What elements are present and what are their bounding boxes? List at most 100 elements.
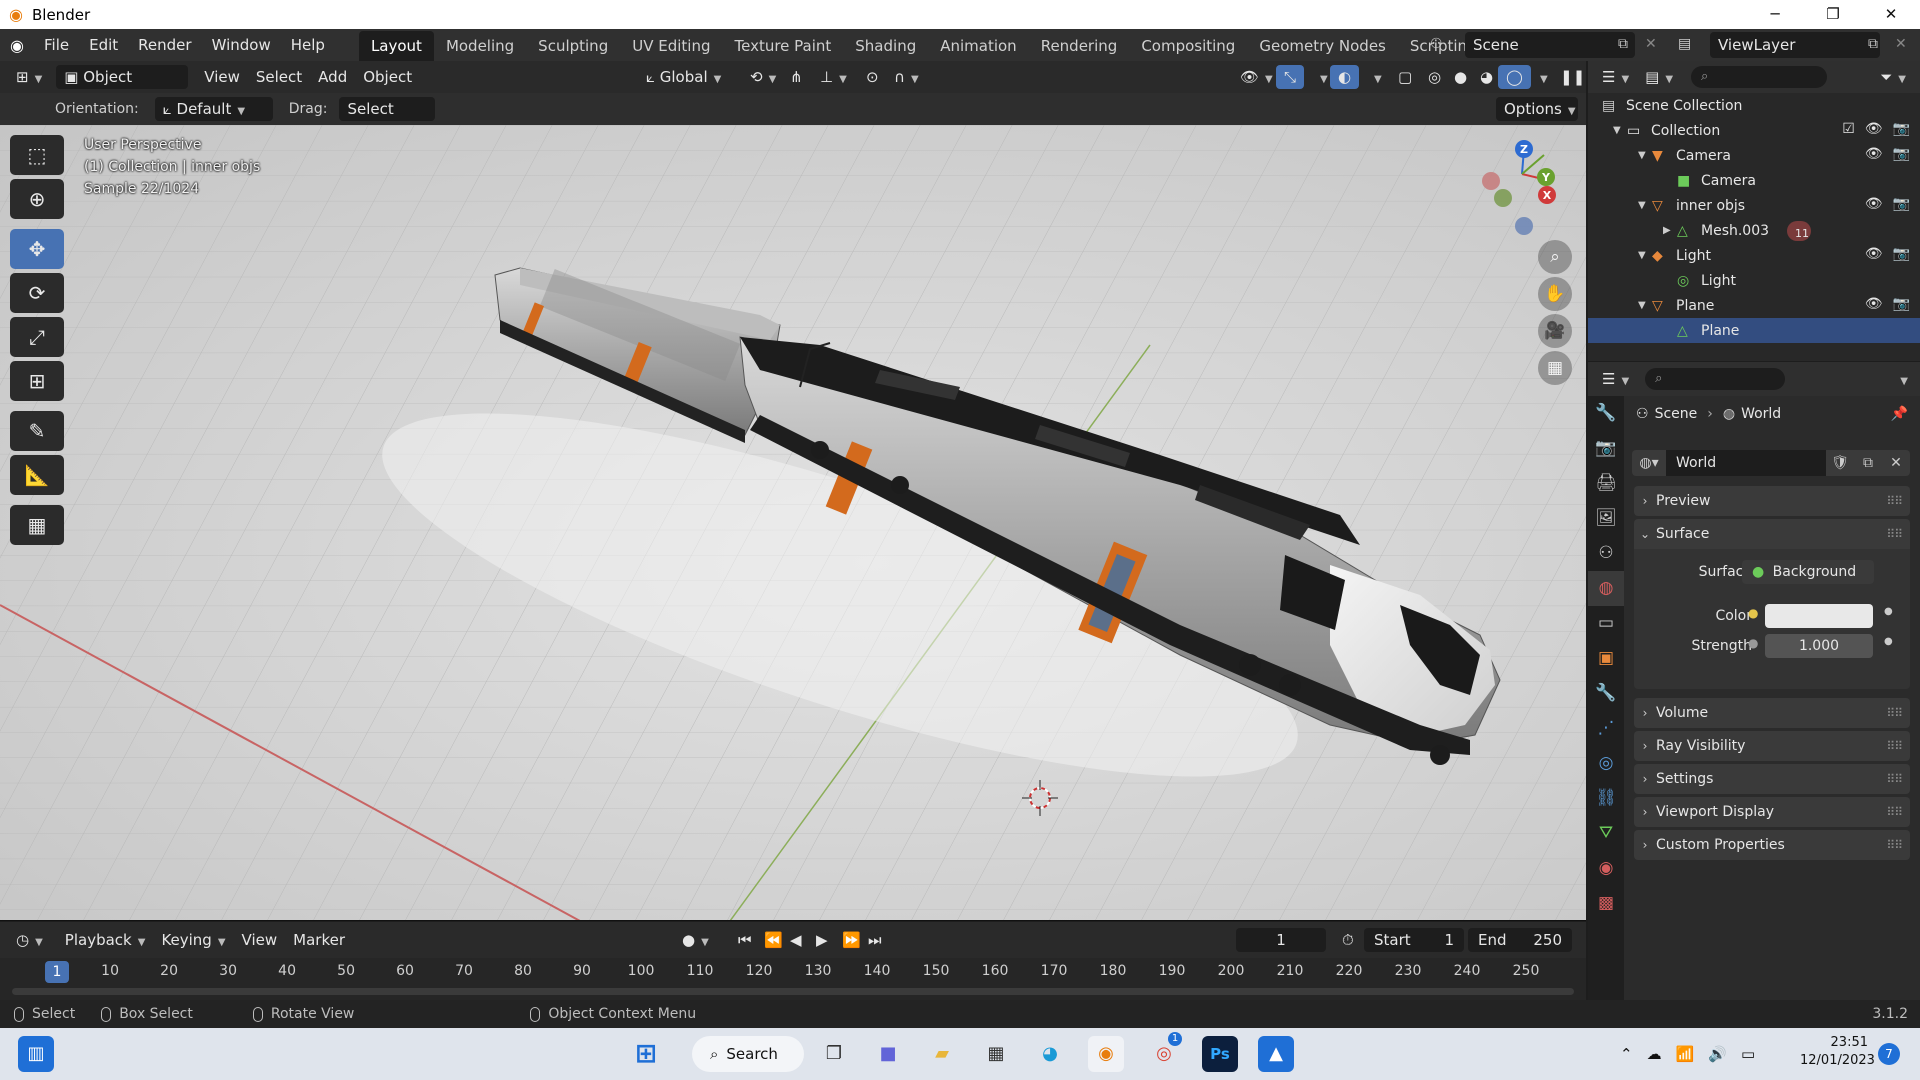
panel-custom-properties[interactable]: › Custom Properties ⠿⠿: [1634, 830, 1910, 860]
texture-tab-icon[interactable]: ▩: [1588, 886, 1624, 921]
measure-icon[interactable]: 📐: [10, 455, 64, 495]
overlays-toggle-icon[interactable]: ◐: [1330, 65, 1360, 89]
timeline-scrollbar[interactable]: [12, 988, 1574, 995]
render-visibility-icon[interactable]: 📷: [1893, 246, 1910, 262]
menu-object[interactable]: Object: [355, 65, 420, 89]
chevron-down-icon[interactable]: ▼: [1638, 150, 1646, 161]
outliner-search-input[interactable]: ⌕: [1691, 66, 1828, 88]
notification-badge[interactable]: 7: [1878, 1043, 1900, 1065]
wireframe-shading-icon[interactable]: ◎: [1420, 65, 1449, 89]
drag-grip-icon[interactable]: ⠿⠿: [1886, 838, 1903, 852]
menu-playback[interactable]: Playback ▼: [57, 928, 154, 952]
keyframe-dot-icon[interactable]: ●: [1884, 606, 1893, 617]
drag-grip-icon[interactable]: ⠿⠿: [1886, 494, 1903, 508]
material-tab-icon[interactable]: ◉: [1588, 851, 1624, 886]
widgets-icon[interactable]: ▥: [18, 1036, 54, 1072]
new-scene-icon[interactable]: ⧉: [1618, 36, 1628, 52]
tab-animation[interactable]: Animation: [928, 31, 1028, 61]
menu-render[interactable]: Render: [128, 29, 201, 61]
drag-dropdown[interactable]: Select Box▼: [339, 97, 436, 142]
panel-volume[interactable]: › Volume ⠿⠿: [1634, 698, 1910, 728]
outliner-row[interactable]: △ Plane: [1588, 318, 1920, 343]
menu-marker[interactable]: Marker: [285, 928, 353, 952]
volume-icon[interactable]: 🔊: [1708, 1045, 1727, 1063]
pivot-point-icon[interactable]: ⟲ ▼: [742, 65, 784, 89]
restore-icon[interactable]: ❐: [1804, 0, 1862, 29]
transform-orientation-selector[interactable]: ⟀ Global ▼: [638, 65, 729, 89]
clock[interactable]: 23:51 12/01/2023: [1800, 1034, 1875, 1070]
render-visibility-icon[interactable]: 📷: [1893, 121, 1910, 137]
panel-surface[interactable]: ⌄ Surface ⠿⠿: [1634, 519, 1910, 549]
pan-hand-icon[interactable]: ✋: [1538, 277, 1572, 311]
world-name-field[interactable]: World: [1666, 450, 1826, 476]
store-icon[interactable]: ▦: [978, 1036, 1014, 1072]
drag-grip-icon[interactable]: ⠿⠿: [1886, 772, 1903, 786]
render-visibility-icon[interactable]: 📷: [1893, 146, 1910, 162]
render-visibility-icon[interactable]: 📷: [1893, 196, 1910, 212]
outliner-row[interactable]: ▼ ▼ Camera 👁 📷: [1588, 143, 1920, 168]
wifi-icon[interactable]: 📶: [1676, 1045, 1695, 1063]
outliner-row[interactable]: ◎ Light: [1588, 268, 1920, 293]
move-icon[interactable]: ✥: [10, 229, 64, 269]
tab-modeling[interactable]: Modeling: [434, 31, 526, 61]
outliner-row[interactable]: ▼ ▽ inner objs 👁 📷: [1588, 193, 1920, 218]
remove-scene-icon[interactable]: ✕: [1645, 36, 1657, 52]
menu-select[interactable]: Select: [248, 65, 310, 89]
annotate-icon[interactable]: ✎: [10, 411, 64, 451]
drag-grip-icon[interactable]: ⠿⠿: [1886, 706, 1903, 720]
battery-icon[interactable]: ▭: [1741, 1045, 1755, 1063]
chat-icon[interactable]: ■: [870, 1036, 906, 1072]
select-box-icon[interactable]: ⬚: [10, 135, 64, 175]
show-hidden-icons[interactable]: ⌃: [1620, 1045, 1633, 1063]
camera-view-icon[interactable]: 🎥: [1538, 314, 1572, 348]
eye-icon[interactable]: 👁: [1865, 146, 1883, 162]
menu-add[interactable]: Add: [310, 65, 355, 89]
transform-icon[interactable]: ⊞: [10, 361, 64, 401]
blender-taskbar-icon[interactable]: ◉: [1088, 1036, 1124, 1072]
menu-file[interactable]: File: [34, 29, 79, 61]
photos-icon[interactable]: ▲: [1258, 1036, 1294, 1072]
data-tab-icon[interactable]: ⛛: [1588, 816, 1624, 851]
fake-user-icon[interactable]: 🛡: [1826, 450, 1854, 476]
tab-uv-editing[interactable]: UV Editing: [620, 31, 722, 61]
filter-icon[interactable]: ⏷ ▼: [1872, 65, 1914, 89]
panel-settings[interactable]: › Settings ⠿⠿: [1634, 764, 1910, 794]
eye-icon[interactable]: 👁: [1865, 246, 1883, 262]
snap-target-icon[interactable]: ⊥ ▼: [812, 65, 855, 89]
output-tab-icon[interactable]: 🖨: [1588, 466, 1624, 501]
taskbar-search[interactable]: ⌕ Search: [692, 1036, 804, 1072]
xray-icon[interactable]: ▢: [1390, 65, 1420, 89]
visibility-icon[interactable]: 👁 ▼: [1232, 65, 1281, 89]
chevron-down-icon[interactable]: ▼: [1638, 300, 1646, 311]
outliner-row[interactable]: ▼ ◆ Light 👁 📷: [1588, 243, 1920, 268]
falloff-icon[interactable]: ∩ ▼: [886, 65, 927, 89]
rotate-icon[interactable]: ⟳: [10, 273, 64, 313]
keyframe-dot-icon[interactable]: ●: [1884, 636, 1893, 647]
physics-tab-icon[interactable]: ◎: [1588, 746, 1624, 781]
surface-shader-field[interactable]: ● Background: [1742, 560, 1874, 584]
eye-icon[interactable]: 👁: [1865, 121, 1883, 137]
particles-tab-icon[interactable]: ⋰: [1588, 711, 1624, 746]
modifiers-tab-icon[interactable]: 🔧: [1588, 676, 1624, 711]
outliner-row[interactable]: ▼ ▭ Collection ☑ 👁 📷: [1588, 118, 1920, 143]
render-tab-icon[interactable]: 📷: [1588, 431, 1624, 466]
proportional-editing-icon[interactable]: ⊙: [858, 65, 887, 89]
display-mode-icon[interactable]: ▤ ▼: [1637, 65, 1681, 89]
chevron-down-icon[interactable]: ▼: [1638, 250, 1646, 261]
tool-tab-icon[interactable]: 🔧: [1588, 396, 1624, 431]
outliner-row[interactable]: ■ Camera: [1588, 168, 1920, 193]
scene-selector[interactable]: Scene: [1465, 32, 1635, 58]
unlink-world-icon[interactable]: ✕: [1882, 450, 1910, 476]
new-view-layer-icon[interactable]: ⧉: [1868, 36, 1878, 52]
render-visibility-icon[interactable]: 📷: [1893, 296, 1910, 312]
strength-socket-icon[interactable]: ●: [1748, 636, 1758, 650]
solid-shading-icon[interactable]: ●: [1446, 65, 1475, 89]
edge-icon[interactable]: ◕: [1032, 1036, 1068, 1072]
outliner-row[interactable]: ▼ ▽ Plane 👁 📷: [1588, 293, 1920, 318]
panel-viewport-display[interactable]: › Viewport Display ⠿⠿: [1634, 797, 1910, 827]
eye-icon[interactable]: 👁: [1865, 196, 1883, 212]
preview-range-icon[interactable]: ⏱: [1334, 928, 1362, 952]
strength-field[interactable]: 1.000: [1765, 634, 1873, 658]
outliner-row[interactable]: ▤ Scene Collection: [1588, 93, 1920, 118]
color-socket-icon[interactable]: ●: [1748, 606, 1758, 620]
